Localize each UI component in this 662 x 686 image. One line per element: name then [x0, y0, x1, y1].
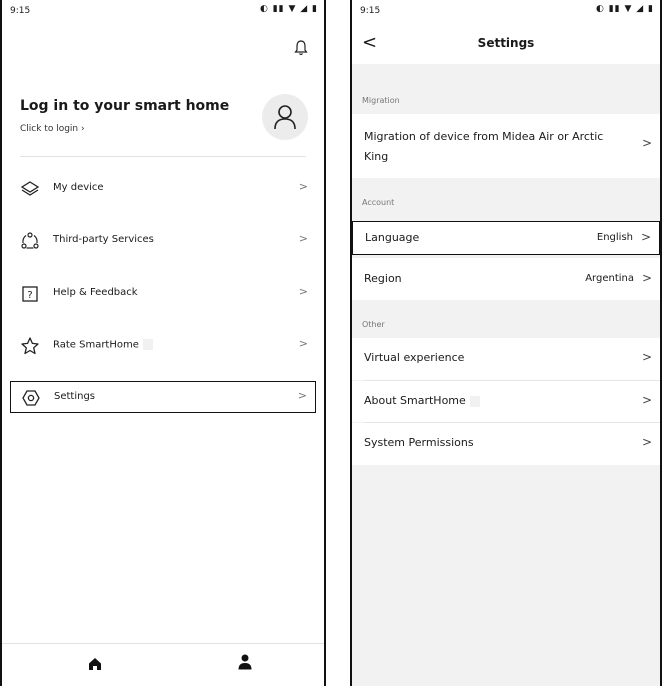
- menu-item-label: Rate SmartHome: [53, 339, 153, 351]
- about-label: About SmartHome: [364, 394, 480, 407]
- profile-icon[interactable]: [238, 654, 252, 674]
- settings-screen: 9:15 ◐ ▮▮ ▼ ◢ ▮ < Settings Migration Mig…: [350, 0, 662, 686]
- chevron-right-icon: >: [298, 232, 308, 245]
- chevron-right-icon: >: [297, 389, 307, 402]
- menu-item-label: Help & Feedback: [53, 287, 138, 298]
- page-title: Settings: [477, 36, 535, 50]
- menu-item-my-device[interactable]: My device >: [10, 173, 316, 205]
- migration-row[interactable]: Migration of device from Midea Air or Ar…: [352, 114, 660, 178]
- chevron-right-icon: >: [641, 393, 652, 407]
- bell-icon[interactable]: [294, 40, 308, 60]
- section-header-account: Account: [362, 198, 395, 207]
- status-icons: ◐ ▮▮ ▼ ◢ ▮: [596, 4, 654, 14]
- chevron-right-icon: >: [641, 271, 652, 285]
- status-icons: ◐ ▮▮ ▼ ◢ ▮: [260, 4, 318, 14]
- status-time: 9:15: [360, 6, 381, 16]
- menu-item-rate[interactable]: Rate SmartHome >: [10, 330, 316, 362]
- section-header-other: Other: [362, 320, 385, 329]
- user-icon: [274, 105, 296, 130]
- redacted-block: [469, 395, 480, 407]
- status-bar: 9:15 ◐ ▮▮ ▼ ◢ ▮: [352, 0, 660, 22]
- virtual-experience-label: Virtual experience: [364, 351, 465, 364]
- chevron-right-icon: >: [641, 136, 652, 150]
- status-bar: 9:15 ◐ ▮▮ ▼ ◢ ▮: [2, 0, 324, 22]
- chevron-right-icon: >: [641, 435, 652, 449]
- svg-text:?: ?: [27, 290, 32, 301]
- chevron-right-icon: >: [298, 285, 308, 298]
- system-permissions-label: System Permissions: [364, 436, 474, 449]
- bottom-nav: [2, 643, 324, 686]
- avatar[interactable]: [262, 94, 308, 140]
- chevron-right-icon: >: [298, 180, 308, 193]
- login-link[interactable]: Click to login ›: [20, 124, 85, 134]
- menu-item-help[interactable]: ? Help & Feedback >: [10, 278, 316, 310]
- redacted-block: [142, 339, 153, 350]
- settings-icon: [21, 388, 41, 408]
- menu-item-label: My device: [53, 182, 104, 193]
- section-header-migration: Migration: [362, 96, 400, 105]
- region-value: Argentina: [585, 273, 634, 284]
- system-permissions-row[interactable]: System Permissions >: [352, 423, 660, 465]
- layers-icon: [20, 179, 40, 199]
- home-icon[interactable]: [88, 656, 102, 675]
- star-icon: [20, 336, 40, 356]
- menu-item-label: Settings: [54, 391, 96, 402]
- language-label: Language: [365, 231, 420, 244]
- login-title[interactable]: Log in to your smart home: [20, 98, 229, 114]
- connection-icon: [20, 231, 40, 251]
- menu-item-settings[interactable]: Settings >: [10, 381, 316, 413]
- chevron-right-icon: >: [298, 337, 308, 350]
- chevron-right-icon: >: [640, 230, 651, 244]
- about-row[interactable]: About SmartHome >: [352, 381, 660, 422]
- help-icon: ?: [20, 284, 40, 304]
- region-row[interactable]: Region Argentina >: [352, 258, 660, 300]
- language-value: English: [596, 232, 633, 243]
- migration-label: Migration of device from Midea Air or Ar…: [364, 130, 604, 163]
- settings-header: < Settings: [352, 22, 660, 64]
- language-row[interactable]: Language English >: [352, 221, 660, 255]
- status-time: 9:15: [10, 6, 31, 16]
- profile-screen: 9:15 ◐ ▮▮ ▼ ◢ ▮ Log in to your smart hom…: [0, 0, 326, 686]
- virtual-experience-row[interactable]: Virtual experience >: [352, 338, 660, 380]
- region-label: Region: [364, 272, 402, 285]
- divider: [20, 156, 306, 157]
- chevron-right-icon: >: [641, 350, 652, 364]
- menu-item-label: Third-party Services: [53, 234, 154, 245]
- menu-item-third-party[interactable]: Third-party Services >: [10, 225, 316, 257]
